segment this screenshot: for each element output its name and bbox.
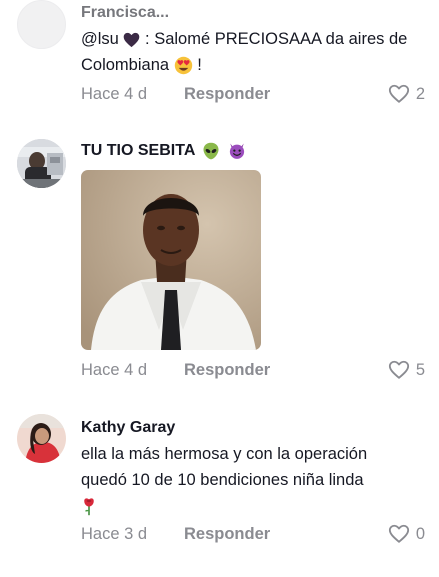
- comment-meta: Hace 3 d Responder 0: [81, 523, 425, 547]
- mention-link[interactable]: @lsu: [81, 30, 119, 48]
- like-button[interactable]: 0: [388, 523, 425, 545]
- reply-button[interactable]: Responder: [184, 525, 270, 544]
- comment-username[interactable]: TU TIO SEBITA: [81, 142, 246, 160]
- comment-time: Hace 4 d: [81, 361, 148, 379]
- heart-outline-icon: [388, 84, 409, 103]
- comment-username-text: Francisca...: [81, 4, 170, 21]
- comment-time: Hace 3 d: [81, 525, 148, 543]
- comment-text: @lsu : Salomé PRECIOSAAA da aires de Col…: [81, 26, 416, 78]
- like-count: 5: [415, 360, 425, 379]
- comment-time: Hace 4 d: [81, 85, 148, 103]
- comment-photo[interactable]: [81, 170, 261, 350]
- smiling-devil-emoji: [229, 143, 244, 159]
- reply-button[interactable]: Responder: [184, 361, 270, 380]
- comment-username[interactable]: Kathy Garay: [81, 419, 175, 437]
- dark-heart-emoji: [124, 32, 140, 47]
- reply-button[interactable]: Responder: [184, 85, 270, 104]
- comment-text-main: ella la más hermosa y con la operación q…: [81, 445, 368, 489]
- heart-eyes-emoji: [174, 56, 192, 75]
- like-count: 0: [415, 524, 425, 543]
- comment-text-end: !: [197, 56, 202, 74]
- comment-meta: Hace 4 d Responder 2: [81, 83, 425, 107]
- alien-emoji: [203, 142, 219, 160]
- heart-outline-icon: [388, 360, 409, 379]
- rose-emoji: [84, 498, 94, 516]
- comment-username-text: Kathy Garay: [81, 419, 176, 436]
- heart-outline-icon: [388, 524, 409, 543]
- comment-username[interactable]: Francisca...: [81, 4, 169, 22]
- avatar[interactable]: [17, 139, 66, 188]
- photo-image: [81, 170, 261, 350]
- avatar-image: [17, 414, 66, 463]
- like-count: 2: [415, 84, 425, 103]
- comment-username-text: TU TIO SEBITA: [81, 142, 195, 160]
- comment-meta: Hace 4 d Responder 5: [81, 359, 425, 383]
- like-button[interactable]: 2: [388, 83, 425, 105]
- avatar-image: [17, 139, 66, 188]
- avatar[interactable]: [17, 0, 66, 49]
- comment-text: ella la más hermosa y con la operación q…: [81, 441, 416, 519]
- like-button[interactable]: 5: [388, 359, 425, 381]
- avatar[interactable]: [17, 414, 66, 463]
